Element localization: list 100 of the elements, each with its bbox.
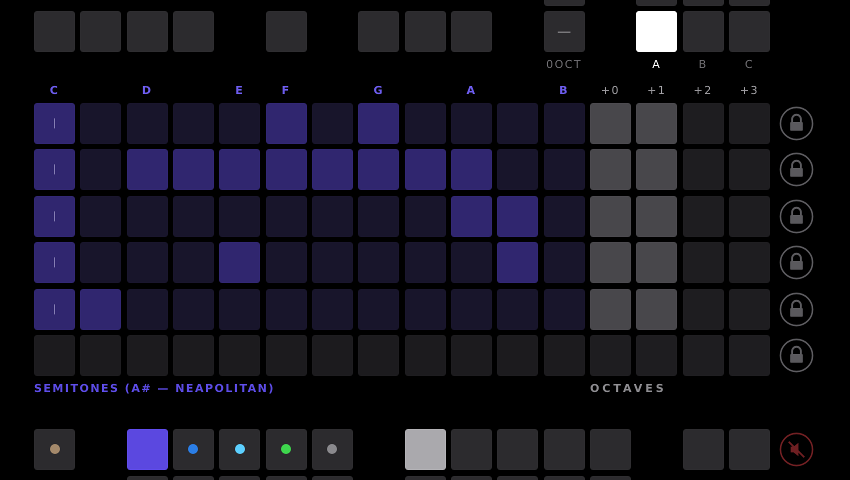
octave-pad[interactable] — [636, 149, 678, 190]
lock-icon[interactable] — [778, 245, 814, 280]
semitone-pad[interactable] — [450, 103, 492, 144]
semitone-pad[interactable] — [404, 242, 446, 284]
octave-pad[interactable] — [728, 242, 770, 284]
octave-pad[interactable] — [590, 196, 631, 237]
semitone-pad[interactable] — [266, 103, 307, 144]
octave-pad[interactable] — [636, 242, 678, 284]
semitone-pad[interactable]: | — [34, 149, 75, 190]
octave-button[interactable]: — — [544, 11, 585, 52]
semitone-pad[interactable] — [358, 103, 400, 144]
semitone-pad[interactable] — [172, 242, 214, 284]
semitone-pad[interactable] — [358, 149, 400, 190]
octave-pad[interactable] — [682, 288, 724, 330]
semitone-pad[interactable] — [312, 288, 353, 330]
octave-pad[interactable] — [728, 149, 770, 190]
semitone-pad[interactable] — [266, 196, 307, 237]
semitone-pad[interactable]: | — [34, 103, 75, 144]
octave-pad[interactable] — [682, 334, 724, 376]
semitone-pad[interactable] — [172, 334, 214, 376]
octave-pad[interactable] — [590, 149, 631, 190]
pad[interactable] — [682, 428, 724, 470]
semitone-pad[interactable] — [126, 196, 168, 237]
pad[interactable] — [126, 11, 168, 52]
pad[interactable] — [682, 0, 724, 6]
semitone-pad[interactable] — [358, 242, 400, 284]
semitone-pad[interactable] — [80, 103, 122, 144]
semitone-pad[interactable] — [126, 149, 168, 190]
semitone-pad[interactable] — [544, 196, 585, 237]
semitone-pad[interactable]: | — [34, 288, 75, 330]
semitone-pad[interactable] — [219, 242, 260, 284]
lock-icon[interactable] — [778, 338, 814, 373]
semitone-pad[interactable] — [450, 334, 492, 376]
octave-pad[interactable] — [590, 288, 631, 330]
semitone-pad[interactable] — [219, 103, 260, 144]
semitone-pad[interactable]: | — [34, 242, 75, 284]
octave-pad[interactable] — [636, 288, 678, 330]
semitone-pad[interactable] — [34, 334, 75, 376]
semitone-pad[interactable] — [358, 288, 400, 330]
semitone-pad[interactable] — [312, 196, 353, 237]
pad[interactable] — [728, 0, 770, 6]
octave-pad[interactable] — [590, 103, 631, 144]
octave-pad[interactable] — [682, 196, 724, 237]
semitone-pad[interactable] — [404, 288, 446, 330]
semitone-pad[interactable] — [219, 196, 260, 237]
semitone-pad[interactable] — [266, 149, 307, 190]
pad[interactable] — [450, 11, 492, 52]
semitone-pad[interactable] — [80, 149, 122, 190]
pad[interactable] — [404, 476, 446, 480]
semitone-pad[interactable] — [219, 334, 260, 376]
semitone-pad[interactable] — [80, 242, 122, 284]
key-pad[interactable] — [682, 11, 724, 52]
octave-pad[interactable] — [728, 334, 770, 376]
pad[interactable] — [34, 11, 75, 52]
semitone-pad[interactable] — [172, 196, 214, 237]
semitone-pad[interactable] — [497, 288, 538, 330]
semitone-pad[interactable] — [544, 288, 585, 330]
semitone-pad[interactable] — [126, 103, 168, 144]
octave-pad[interactable] — [682, 103, 724, 144]
semitone-pad[interactable] — [266, 288, 307, 330]
semitone-pad[interactable] — [80, 288, 122, 330]
semitone-pad[interactable] — [172, 149, 214, 190]
semitone-pad[interactable] — [544, 149, 585, 190]
octave-pad[interactable] — [636, 334, 678, 376]
pad[interactable] — [590, 476, 631, 480]
semitone-pad[interactable] — [126, 242, 168, 284]
track-pad[interactable] — [312, 428, 353, 470]
semitone-pad[interactable] — [404, 196, 446, 237]
octave-pad[interactable] — [590, 334, 631, 376]
semitone-pad[interactable] — [497, 196, 538, 237]
semitone-pad[interactable] — [450, 242, 492, 284]
pad[interactable] — [636, 0, 678, 6]
pad[interactable] — [358, 11, 400, 52]
semitone-pad[interactable] — [219, 149, 260, 190]
semitone-pad[interactable] — [266, 242, 307, 284]
semitone-pad[interactable] — [404, 149, 446, 190]
lock-icon[interactable] — [778, 292, 814, 327]
step-pad[interactable] — [404, 428, 446, 470]
semitone-pad[interactable] — [497, 334, 538, 376]
semitone-pad[interactable]: | — [34, 196, 75, 237]
octave-pad[interactable] — [682, 149, 724, 190]
semitone-pad[interactable] — [312, 149, 353, 190]
pad[interactable] — [80, 11, 122, 52]
pad[interactable] — [172, 11, 214, 52]
mute-icon[interactable] — [778, 432, 814, 467]
semitone-pad[interactable] — [358, 334, 400, 376]
pad[interactable] — [312, 476, 353, 480]
semitone-pad[interactable] — [544, 103, 585, 144]
semitone-pad[interactable] — [80, 334, 122, 376]
semitone-pad[interactable] — [544, 334, 585, 376]
track-pad[interactable] — [172, 428, 214, 470]
semitone-pad[interactable] — [404, 103, 446, 144]
semitone-pad[interactable] — [312, 103, 353, 144]
octave-pad[interactable] — [728, 196, 770, 237]
key-pad[interactable] — [636, 11, 678, 52]
pad[interactable] — [728, 428, 770, 470]
pad[interactable] — [266, 11, 307, 52]
lock-icon[interactable] — [778, 152, 814, 188]
semitone-pad[interactable] — [172, 103, 214, 144]
pad[interactable] — [404, 11, 446, 52]
